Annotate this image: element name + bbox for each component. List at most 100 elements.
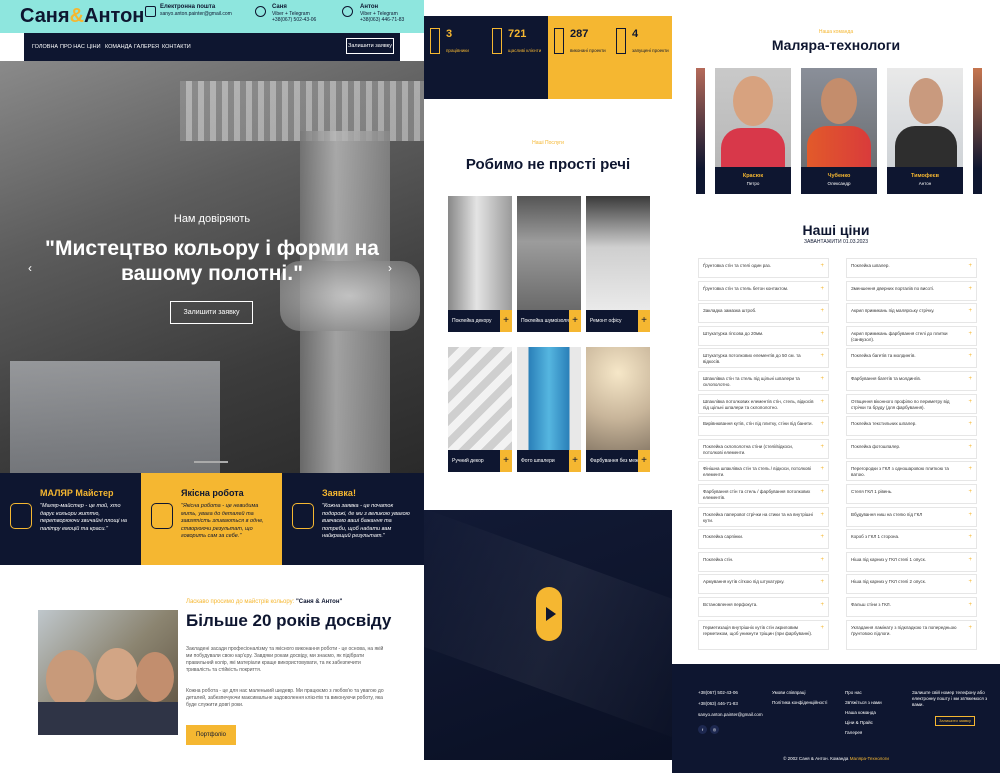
plus-icon[interactable]: + [968, 512, 972, 518]
plus-icon[interactable]: + [968, 444, 972, 450]
plus-icon[interactable]: + [968, 331, 972, 337]
gallery-item[interactable]: Поклейка шумоізоляції + [517, 196, 581, 332]
plus-icon[interactable]: + [638, 310, 650, 332]
price-row[interactable]: Укладання ламінату з підкладкою та попер… [846, 620, 977, 650]
price-row[interactable]: Ґрунтовка стін та стелі один раз. + [698, 258, 829, 278]
plus-icon[interactable]: + [820, 263, 824, 269]
plus-icon[interactable]: + [820, 286, 824, 292]
plus-icon[interactable]: + [820, 489, 824, 495]
price-row[interactable]: Поклейка шпалер. + [846, 258, 977, 278]
price-row[interactable]: Фальш стіни з ГКЛ. + [846, 597, 977, 617]
slider-prev-icon[interactable]: ‹ [28, 261, 32, 275]
price-row[interactable]: Вирівнювання кутів, стін під плитку, сті… [698, 416, 829, 436]
plus-icon[interactable]: + [968, 286, 972, 292]
gallery-item[interactable]: Поклейка декору + [448, 196, 512, 332]
plus-icon[interactable]: + [968, 376, 972, 382]
plus-icon[interactable]: + [820, 399, 824, 405]
plus-icon[interactable]: + [569, 450, 581, 472]
nav-request-button[interactable]: Залишити заявку [346, 38, 394, 54]
plus-icon[interactable]: + [968, 421, 972, 427]
slider-dots[interactable] [194, 461, 228, 463]
plus-icon[interactable]: + [968, 557, 972, 563]
price-row[interactable]: Зменшення дверних порталів по висоті. + [846, 281, 977, 301]
site-logo[interactable]: Саня&Антон [20, 5, 144, 28]
plus-icon[interactable]: + [968, 466, 972, 472]
footer-request-button[interactable]: Залишити заявку [935, 716, 975, 726]
plus-icon[interactable]: + [968, 602, 972, 608]
price-row[interactable]: Фарбування багетів та молдингів. + [846, 371, 977, 391]
plus-icon[interactable]: + [968, 263, 972, 269]
team-member-card[interactable]: Чубенко Олександр [801, 68, 877, 194]
price-row[interactable]: Акрил примикань фарбування стелі до плит… [846, 326, 977, 346]
footer-link[interactable]: Ціни & Прайс [845, 720, 873, 726]
plus-icon[interactable]: + [820, 376, 824, 382]
plus-icon[interactable]: + [820, 625, 824, 631]
plus-icon[interactable]: + [820, 534, 824, 540]
plus-icon[interactable]: + [820, 444, 824, 450]
plus-icon[interactable]: + [500, 310, 512, 332]
price-row[interactable]: Поклейка текстильних шпалер. + [846, 416, 977, 436]
footer-phone-1[interactable]: +38(067) 502-43-06 [698, 690, 738, 696]
play-button[interactable] [536, 587, 562, 641]
plus-icon[interactable]: + [968, 534, 972, 540]
price-row[interactable]: Шпаклівка потолкових елементів стін, сте… [698, 394, 829, 414]
price-row[interactable]: Ґрунтовка стін та стель бетон контактом.… [698, 281, 829, 301]
price-row[interactable]: Армування кутів сіткою під штукатурку. + [698, 574, 829, 594]
plus-icon[interactable]: + [569, 310, 581, 332]
footer-link[interactable]: Про нас [845, 690, 862, 696]
plus-icon[interactable]: + [500, 450, 512, 472]
price-row[interactable]: Поклейка стін. + [698, 552, 829, 572]
price-row[interactable]: Поклейка сарпінки. + [698, 529, 829, 549]
footer-link[interactable]: Зв'яжіться з нами [845, 700, 882, 706]
facebook-icon[interactable]: f [698, 725, 707, 734]
price-row[interactable]: Стеля ГКЛ 1 рівень. + [846, 484, 977, 504]
footer-phone-2[interactable]: +38(063) 446-71-83 [698, 701, 738, 707]
footer-email[interactable]: sanyo.anton.painter@gmail.com [698, 712, 763, 718]
price-row[interactable]: Перегородки з ГКЛ з одношаровою плиткою … [846, 461, 977, 481]
gallery-item[interactable]: Фото шпалери + [517, 347, 581, 472]
footer-link[interactable]: Наша команда [845, 710, 876, 716]
plus-icon[interactable]: + [968, 489, 972, 495]
contact-anton[interactable]: Антон Viber + Telegram +38(063) 446-71-8… [360, 4, 404, 24]
gallery-item[interactable]: Ручний декор + [448, 347, 512, 472]
price-row[interactable]: Штукатурка гіпсова до 20мм. + [698, 326, 829, 346]
price-row[interactable]: Фарбування стін та стель / фарбування по… [698, 484, 829, 504]
email-contact[interactable]: Електронна пошта sanyo.anton.painter@gma… [160, 4, 232, 17]
plus-icon[interactable]: + [820, 602, 824, 608]
nav-prices[interactable]: Ціни [87, 44, 101, 50]
nav-team[interactable]: Команда [105, 44, 132, 50]
slider-next-icon[interactable]: › [388, 261, 392, 275]
nav-about[interactable]: Про нас [60, 44, 85, 50]
price-row[interactable]: Вбудування ниш на стелю під ГКЛ + [846, 507, 977, 527]
plus-icon[interactable]: + [968, 625, 972, 631]
price-row[interactable]: Поклейка паперової стрічки на стики та н… [698, 507, 829, 527]
price-row[interactable]: Короб з ГКЛ 1 сторона. + [846, 529, 977, 549]
price-row[interactable]: Поклейка фотошпалер. + [846, 439, 977, 459]
contact-sanya[interactable]: Саня Viber + Telegram +38(067) 502-43-06 [272, 4, 316, 24]
gallery-item[interactable]: Ремонт офісу + [586, 196, 650, 332]
nav-gallery[interactable]: Галерея [134, 44, 159, 50]
plus-icon[interactable]: + [968, 308, 972, 314]
price-row[interactable]: Штукатурка потолкових елементів до 50 см… [698, 348, 829, 368]
price-row[interactable]: Ніша під карниз у ГКЛ стелі 1 опуск. + [846, 552, 977, 572]
plus-icon[interactable]: + [968, 353, 972, 359]
price-row[interactable]: Поклейка склополотна стіни (стелі/відкос… [698, 439, 829, 459]
nav-home[interactable]: Головна [32, 44, 58, 50]
plus-icon[interactable]: + [968, 399, 972, 405]
price-row[interactable]: Шпаклівка стін та стель під щільні шпале… [698, 371, 829, 391]
footer-link[interactable]: Політика конфіденційності [772, 700, 827, 706]
price-row[interactable]: Отвщення віконного профілю по периметру … [846, 394, 977, 414]
plus-icon[interactable]: + [820, 353, 824, 359]
plus-icon[interactable]: + [968, 579, 972, 585]
nav-contacts[interactable]: Контакти [162, 44, 191, 50]
price-row[interactable]: Поклейка багетів та молдингів. + [846, 348, 977, 368]
plus-icon[interactable]: + [820, 331, 824, 337]
plus-icon[interactable]: + [638, 450, 650, 472]
hero-request-button[interactable]: Залишити заявку [170, 301, 253, 324]
plus-icon[interactable]: + [820, 466, 824, 472]
price-row[interactable]: Ніша під карниз у ГКЛ стелі 2 опуск. + [846, 574, 977, 594]
footer-link[interactable]: Умови співпраці [772, 690, 806, 696]
team-member-card[interactable]: Красюк Петро [715, 68, 791, 194]
plus-icon[interactable]: + [820, 512, 824, 518]
footer-link[interactable]: Галерея [845, 730, 862, 736]
